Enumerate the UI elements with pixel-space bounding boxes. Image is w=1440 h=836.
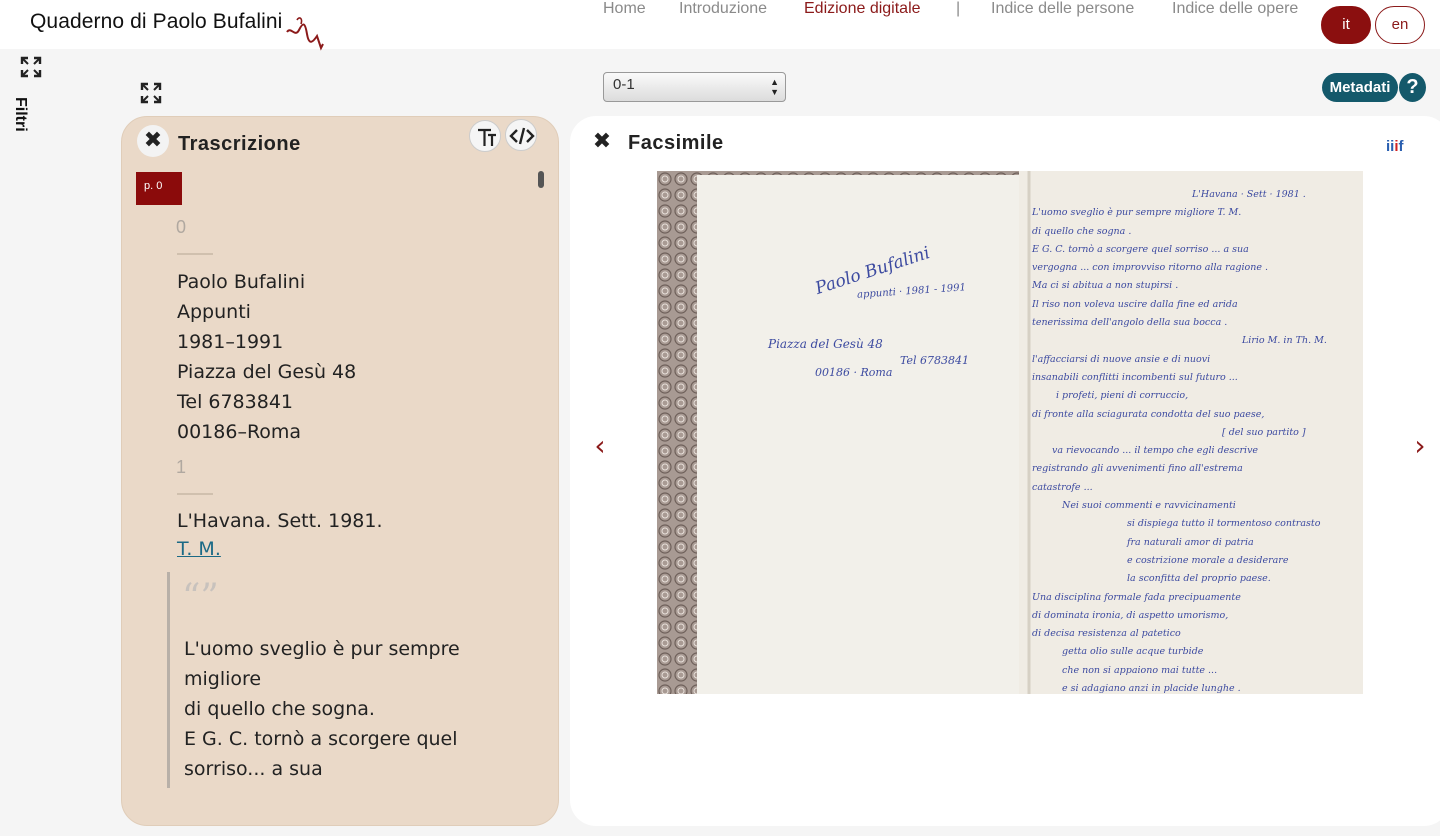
handwriting-line: getta olio sulle acque turbide (1062, 646, 1204, 658)
lang-en-button[interactable]: en (1375, 6, 1425, 44)
handwriting-line: Il riso non voleva uscire dalla fine ed … (1032, 298, 1238, 310)
handwriting-line: di fronte alla sciagurata condotta del s… (1032, 408, 1265, 420)
handwriting-line: Tel 6783841 (900, 354, 969, 367)
handwriting-line: e costrizione morale a desiderare (1127, 554, 1289, 566)
handwriting-line: L'Havana · Sett · 1981 . (1192, 189, 1306, 200)
transcription-panel: ✖ Trascrizione p. 0 0 Paolo Bufalini App… (121, 116, 559, 826)
nav-home[interactable]: Home (603, 0, 646, 18)
handwriting-line: Nei suoi commenti e ravvicinamenti (1062, 500, 1236, 512)
quote-line: E G. C. tornò a scorgere quel (184, 728, 458, 750)
handwriting-line: registrando gli avvenimenti fino all'est… (1032, 463, 1243, 475)
handwriting-line: catastrofe ... (1032, 481, 1093, 493)
handwriting-line: di quello che sogna . (1032, 225, 1132, 237)
quote-mark-icon: “” (182, 577, 219, 618)
nav-indice-opere[interactable]: Indice delle opere (1172, 0, 1298, 18)
nav-indice-persone[interactable]: Indice delle persone (991, 0, 1134, 18)
transcription-line: Tel 6783841 (177, 391, 294, 413)
handwriting-line: di decisa resistenza al patetico (1032, 628, 1181, 640)
handwriting-line: e si adagiano anzi in placide lunghe . (1062, 683, 1241, 695)
transcription-line: L'Havana. Sett. 1981. (177, 510, 383, 532)
lang-it-button[interactable]: it (1321, 6, 1371, 44)
code-view-icon[interactable] (505, 119, 537, 151)
handwriting-line: tenerissima dell'angolo della sua bocca … (1032, 317, 1228, 329)
signature-logo-icon (286, 17, 324, 51)
line-number: 0 (176, 217, 187, 237)
transcription-title: Trascrizione (178, 133, 301, 155)
handwriting-line: l'affacciarsi di nuove ansie e di nuovi (1032, 353, 1211, 365)
separator (177, 253, 213, 255)
select-arrows-icon: ▲ ▼ (770, 77, 779, 97)
nav-separator: | (956, 0, 961, 17)
fullscreen-icon[interactable] (140, 82, 162, 104)
facsimile-panel: ✖ Facsimile iiif ‹ › Paolo Bufalini appu… (570, 116, 1440, 826)
page-select-value: 0-1 (613, 76, 635, 93)
line-number: 1 (176, 457, 187, 477)
nav-edizione-digitale[interactable]: Edizione digitale (804, 0, 921, 18)
quote-line: di quello che sogna. (184, 698, 375, 720)
facsimile-title: Facsimile (628, 132, 724, 154)
handwriting-line: Una disciplina formale fada precipuament… (1032, 591, 1241, 603)
handwriting-line: [ del suo partito ] (1222, 426, 1306, 438)
help-button[interactable]: ? (1399, 73, 1426, 102)
handwriting-line: L'uomo sveglio è pur sempre migliore T. … (1032, 207, 1242, 219)
handwriting-line: 00186 · Roma (815, 366, 893, 379)
blockquote-bar (167, 572, 170, 788)
filters-toggle[interactable]: Filtri (9, 97, 33, 147)
handwriting-line: la sconfitta del proprio paese. (1127, 573, 1271, 585)
handwriting-block: L'Havana · Sett · 1981 . L'uomo sveglio … (1032, 186, 1362, 698)
handwriting-line: E G. C. tornò a scorgere quel sorriso ..… (1032, 243, 1249, 255)
transcription-line: Piazza del Gesù 48 (177, 361, 357, 383)
page-select[interactable]: 0-1 ▲ ▼ (603, 72, 786, 102)
handwriting-line: fra naturali amor di patria (1127, 536, 1254, 548)
handwriting-line: Piazza del Gesù 48 (768, 337, 883, 351)
handwriting-line: va rievocando ... il tempo che egli desc… (1052, 445, 1259, 457)
handwriting-line: Lirio M. in Th. M. (1242, 335, 1327, 347)
person-link[interactable]: T. M. (177, 538, 221, 560)
text-size-icon[interactable] (469, 120, 501, 152)
scrollbar-thumb[interactable] (538, 171, 544, 188)
handwriting-line: che non si appaiono mai tutte ... (1062, 664, 1218, 676)
quote-line: migliore (184, 668, 262, 690)
next-page-arrow-icon[interactable]: › (1400, 416, 1440, 476)
handwriting-line: i profeti, pieni di corruccio, (1056, 390, 1189, 402)
handwriting-line: si dispiega tutto il tormentoso contrast… (1127, 518, 1321, 530)
handwriting-line: vergogna ... con improvviso ritorno alla… (1032, 262, 1269, 274)
transcription-line: Paolo Bufalini (177, 271, 306, 293)
close-facsimile-icon[interactable]: ✖ (586, 126, 618, 158)
expand-sidebar-icon[interactable] (20, 56, 42, 78)
handwriting-line: di dominata ironia, di aspetto umorismo, (1032, 609, 1229, 621)
filters-label: Filtri (12, 97, 29, 132)
handwriting-line: insanabili conflitti incombenti sul futu… (1032, 371, 1238, 383)
site-logo-title[interactable]: Quaderno di Paolo Bufalini (30, 10, 282, 34)
prev-page-arrow-icon[interactable]: ‹ (580, 416, 620, 476)
transcription-line: 1981–1991 (177, 331, 284, 353)
transcription-line: 00186–Roma (177, 421, 302, 443)
quote-line: L'uomo sveglio è pur sempre (184, 638, 460, 660)
page-badge[interactable]: p. 0 (136, 172, 182, 205)
metadata-button[interactable]: Metadati (1322, 73, 1398, 102)
handwriting-line: Ma ci si abitua a non stupirsi . (1032, 280, 1179, 292)
top-header: Quaderno di Paolo Bufalini Home Introduz… (0, 0, 1440, 51)
close-transcription-icon[interactable]: ✖ (137, 125, 169, 157)
iiif-icon[interactable]: iiif (1386, 138, 1404, 155)
nav-introduzione[interactable]: Introduzione (679, 0, 767, 18)
transcription-line: Appunti (177, 301, 251, 323)
quote-line: sorriso... a sua (184, 758, 323, 780)
separator (177, 493, 213, 495)
